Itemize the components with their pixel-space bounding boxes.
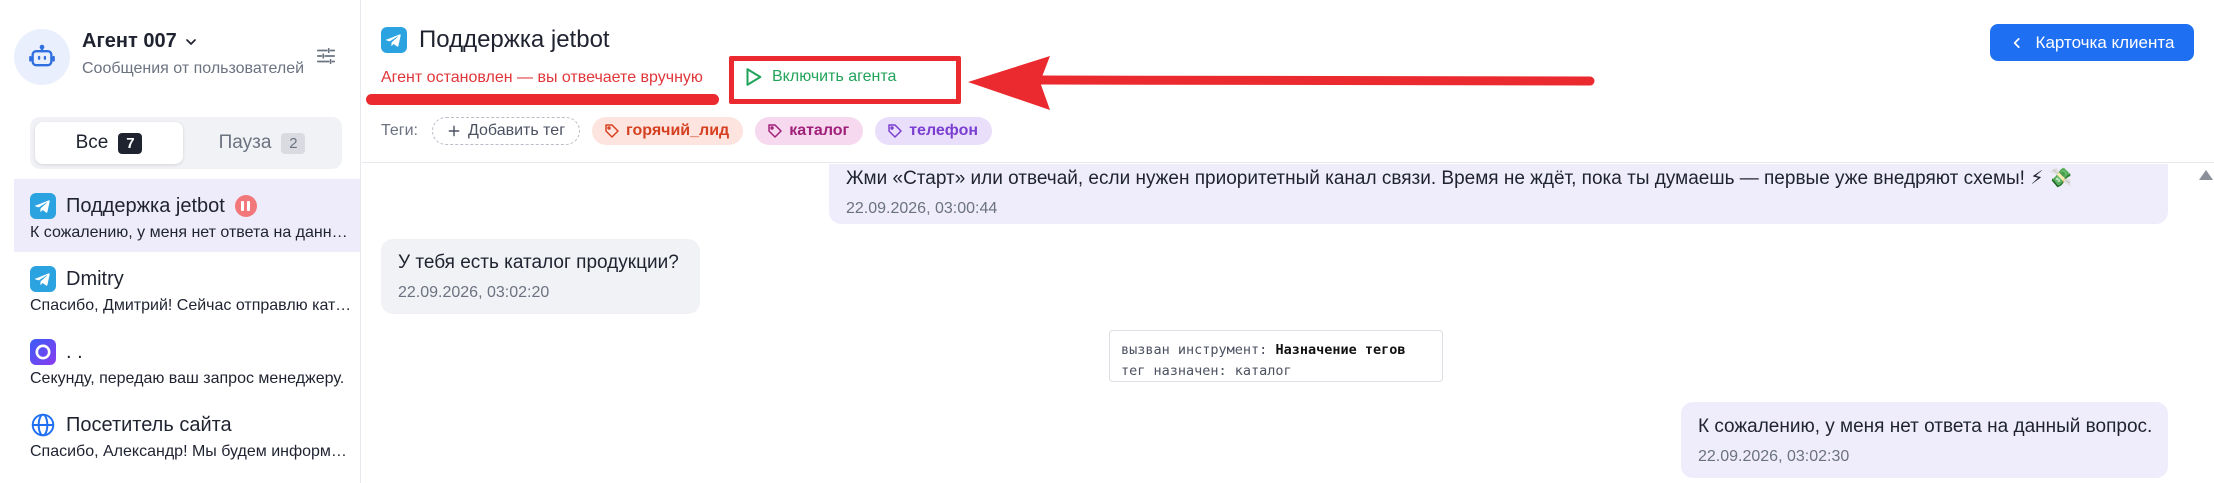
chat-panel: Поддержка jetbot Агент остановлен — вы о… [362, 0, 2214, 483]
globe-icon [30, 412, 56, 438]
tool-name: Назначение тегов [1275, 342, 1406, 358]
max-messenger-icon [30, 339, 56, 365]
agent-selector[interactable]: Агент 007 [82, 30, 199, 53]
sidebar: Агент 007 Сообщения от пользователей Все… [0, 0, 361, 483]
tab-pause-label: Пауза [218, 132, 272, 153]
client-card-button[interactable]: Карточка клиента [1990, 24, 2194, 61]
chat-list: Поддержка jetbot К сожалению, у меня нет… [14, 179, 360, 471]
scroll-up-arrow-icon[interactable] [2199, 170, 2213, 180]
telegram-icon [30, 193, 56, 219]
tag-chip[interactable]: горячий_лид [592, 117, 744, 145]
plus-icon [448, 125, 460, 137]
chat-header: Поддержка jetbot Агент остановлен — вы о… [362, 0, 2214, 163]
tag-label: телефон [909, 122, 979, 139]
message-time: 22.09.2026, 03:02:20 [398, 284, 550, 301]
tags-row: Теги: Добавить тег горячий_лид каталог т… [381, 117, 993, 145]
agent-name: Агент 007 [82, 30, 177, 52]
chat-title: Поддержка jetbot [66, 194, 225, 217]
message-text: У тебя есть каталог продукции? [398, 252, 679, 273]
tab-all-count: 7 [118, 132, 143, 154]
chat-title: Посетитель сайта [66, 413, 232, 436]
bot-icon [14, 29, 70, 85]
chat-title: Поддержка jetbot [419, 26, 610, 53]
chat-item-site-visitor[interactable]: Посетитель сайта Спасибо, Александр! Мы … [14, 398, 360, 471]
tab-pause-count: 2 [281, 132, 306, 154]
tab-pause[interactable]: Пауза 2 [188, 122, 336, 164]
tag-chip[interactable]: каталог [755, 117, 864, 145]
pause-icon [234, 195, 257, 217]
message-time: 22.09.2026, 03:02:30 [1698, 448, 1850, 465]
annotation-arrow-icon [968, 56, 1595, 110]
telegram-icon [381, 27, 407, 53]
tag-icon [888, 124, 902, 138]
telegram-icon [30, 266, 56, 292]
agent-status-text: Агент остановлен — вы отвечаете вручную [381, 69, 703, 86]
message-outgoing: К сожалению, у меня нет ответа на данный… [1681, 402, 2168, 478]
add-tag-label: Добавить тег [468, 122, 566, 139]
chat-preview: Спасибо, Александр! Мы будем информирова… [30, 443, 352, 460]
tag-label: каталог [789, 122, 850, 139]
chevron-left-icon [2013, 37, 2020, 48]
chat-preview: Спасибо, Дмитрий! Сейчас отправлю катало… [30, 297, 352, 314]
tab-all-label: Все [75, 132, 109, 153]
message-incoming: У тебя есть каталог продукции? 22.09.202… [381, 239, 700, 314]
chat-preview: К сожалению, у меня нет ответа на данный… [30, 224, 352, 241]
sliders-icon [316, 47, 336, 65]
chevron-down-icon [185, 38, 196, 45]
tags-label: Теги: [381, 122, 418, 139]
chat-title: . . [66, 340, 83, 363]
message-outgoing: Жми «Старт» или отвечай, если нужен прио… [829, 164, 2168, 224]
tag-label: горячий_лид [626, 122, 730, 139]
enable-agent-button[interactable]: Включить агента [742, 66, 896, 88]
annotation-underline [366, 94, 719, 105]
filter-settings-button[interactable] [310, 40, 342, 72]
tag-chip[interactable]: телефон [875, 117, 993, 145]
add-tag-button[interactable]: Добавить тег [432, 117, 581, 145]
app-root: Агент 007 Сообщения от пользователей Все… [0, 0, 2214, 483]
tag-icon [768, 124, 782, 138]
tab-all[interactable]: Все 7 [35, 122, 183, 164]
tool-call-log: вызван инструмент: Назначение тегов тег … [1109, 330, 1443, 382]
chat-preview: Секунду, передаю ваш запрос менеджеру. [30, 370, 345, 387]
agent-header[interactable]: Агент 007 Сообщения от пользователей [14, 24, 354, 90]
client-card-label: Карточка клиента [2035, 32, 2175, 52]
tool-call-prefix: вызван инструмент: [1121, 342, 1268, 358]
message-time: 22.09.2026, 03:00:44 [846, 200, 998, 217]
play-icon [746, 68, 762, 86]
chat-item-jetbot-support[interactable]: Поддержка jetbot К сожалению, у меня нет… [14, 179, 360, 252]
message-text: К сожалению, у меня нет ответа на данный… [1698, 416, 2153, 437]
annotation-highlight-box: Включить агента [729, 56, 961, 104]
message-thread[interactable]: Жми «Старт» или отвечай, если нужен прио… [362, 164, 2214, 483]
chat-filter-tabs: Все 7 Пауза 2 [30, 117, 342, 169]
tool-result: тег назначен: каталог [1121, 363, 1292, 379]
chat-item-dmitry[interactable]: Dmitry Спасибо, Дмитрий! Сейчас отправлю… [14, 252, 360, 325]
chat-title: Dmitry [66, 267, 124, 290]
message-text: Жми «Старт» или отвечай, если нужен прио… [846, 168, 2073, 189]
agent-subtitle: Сообщения от пользователей [82, 60, 305, 77]
chat-item-max-user[interactable]: . . Секунду, передаю ваш запрос менеджер… [14, 325, 360, 398]
enable-agent-label: Включить агента [772, 68, 897, 85]
tag-icon [605, 124, 619, 138]
